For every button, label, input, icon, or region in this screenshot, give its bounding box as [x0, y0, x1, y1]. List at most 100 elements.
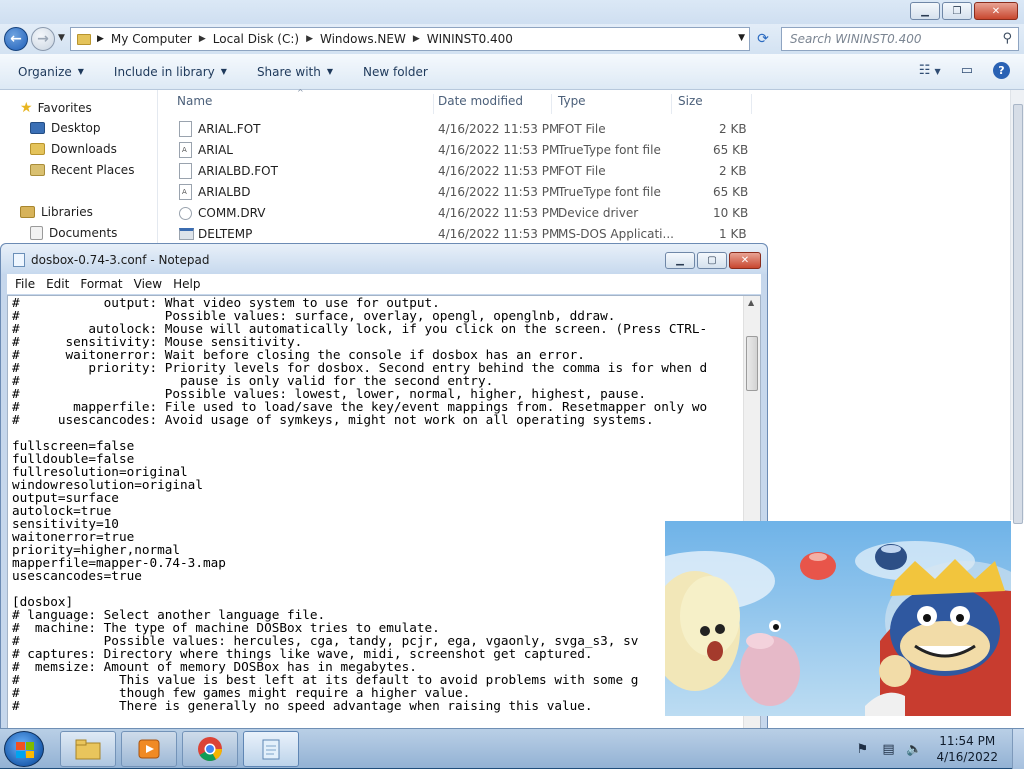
show-desktop-button[interactable]: [1012, 729, 1024, 769]
desktop-icon: [30, 122, 45, 134]
star-icon: ★: [20, 100, 33, 116]
file-date: 4/16/2022 11:53 PM: [438, 206, 560, 220]
chevron-down-icon: ▼: [934, 67, 941, 76]
breadcrumb-label: My Computer: [110, 32, 192, 46]
menu-edit[interactable]: Edit: [46, 277, 69, 291]
view-options-button[interactable]: ☷ ▼: [919, 63, 941, 78]
volume-icon[interactable]: 🔈: [906, 741, 922, 757]
minimize-button[interactable]: ▁: [910, 2, 940, 20]
file-name: ARIALBD.FOT: [198, 164, 278, 178]
nav-label: Recent Places: [51, 163, 135, 177]
organize-button[interactable]: Organize ▼: [18, 65, 84, 79]
column-label: Size: [678, 94, 703, 108]
nav-item-documents[interactable]: Documents: [30, 226, 117, 240]
file-row[interactable]: DELTEMP 4/16/2022 11:53 PM MS-DOS Applic…: [159, 224, 759, 245]
file-row[interactable]: A ARIALBD 4/16/2022 11:53 PM TrueType fo…: [159, 182, 759, 203]
file-date: 4/16/2022 11:53 PM: [438, 164, 560, 178]
text-editor[interactable]: # output: What video system to use for o…: [7, 295, 761, 734]
file-row[interactable]: COMM.DRV 4/16/2022 11:53 PM Device drive…: [159, 203, 759, 224]
include-in-library-button[interactable]: Include in library ▼: [114, 65, 227, 79]
maximize-button[interactable]: ▢: [697, 252, 727, 269]
column-header-type[interactable]: Type: [552, 94, 672, 114]
file-row[interactable]: A ARIAL 4/16/2022 11:53 PM TrueType font…: [159, 140, 759, 161]
preview-pane-button[interactable]: ▭: [961, 63, 973, 78]
media-player-icon: [138, 739, 160, 759]
column-header-name[interactable]: Name ^: [159, 88, 434, 114]
network-icon[interactable]: ▤: [880, 741, 896, 757]
file-row[interactable]: ARIAL.FOT 4/16/2022 11:53 PM FOT File 2 …: [159, 119, 759, 140]
menu-view[interactable]: View: [134, 277, 162, 291]
taskbar-chrome-button[interactable]: [182, 731, 238, 767]
explorer-titlebar[interactable]: ▁ ❐ ✕: [0, 0, 1024, 24]
clock-time: 11:54 PM: [939, 734, 996, 748]
scrollbar-thumb[interactable]: [746, 336, 758, 391]
address-dropdown[interactable]: ▼: [738, 33, 745, 43]
notepad-titlebar[interactable]: dosbox-0.74-3.conf - Notepad ▁ ▢ ✕: [1, 244, 767, 274]
search-input[interactable]: Search WININST0.400 ⚲: [781, 27, 1019, 51]
column-header-date-modified[interactable]: Date modified: [434, 94, 552, 114]
nav-item-desktop[interactable]: Desktop: [30, 121, 101, 135]
recent-pages-dropdown[interactable]: ▼: [58, 33, 65, 43]
downloads-folder-icon: [30, 143, 45, 155]
column-header-size[interactable]: Size: [672, 94, 752, 114]
action-center-icon[interactable]: ⚑: [854, 741, 870, 757]
nav-item-downloads[interactable]: Downloads: [30, 142, 117, 156]
maximize-button[interactable]: ❐: [942, 2, 972, 20]
start-button[interactable]: [4, 731, 44, 767]
recent-places-icon: [30, 164, 45, 176]
nav-item-libraries[interactable]: Libraries: [20, 205, 93, 219]
menu-file[interactable]: File: [15, 277, 35, 291]
maximize-icon: ▢: [707, 255, 717, 266]
explorer-scrollbar[interactable]: [1010, 90, 1024, 524]
nav-item-recent-places[interactable]: Recent Places: [30, 163, 134, 177]
address-bar[interactable]: ▶ My Computer ▶ Local Disk (C:) ▶ Windows.…: [70, 27, 750, 51]
scroll-up-icon: ▲: [748, 298, 755, 307]
window-title: dosbox-0.74-3.conf - Notepad: [31, 253, 210, 267]
close-icon: ✕: [991, 5, 1001, 17]
help-button[interactable]: ?: [993, 62, 1010, 79]
chrome-icon: [198, 737, 222, 762]
file-type: Device driver: [558, 206, 639, 220]
taskbar-explorer-button[interactable]: [60, 731, 116, 767]
taskbar-media-player-button[interactable]: [121, 731, 177, 767]
back-button[interactable]: ←: [4, 27, 28, 51]
details-view-icon: ☷: [918, 63, 931, 78]
taskbar-notepad-button[interactable]: [243, 731, 299, 767]
minimize-icon: ▁: [676, 255, 684, 266]
breadcrumb-item-windows-new[interactable]: Windows.NEW ▶: [320, 32, 427, 46]
refresh-button[interactable]: ⟳: [752, 29, 774, 49]
minimize-icon: ▁: [921, 5, 929, 17]
close-button[interactable]: ✕: [974, 2, 1018, 20]
nav-label: Documents: [49, 226, 118, 240]
navigation-bar: ← → ▼ ▶ My Computer ▶ Local Disk (C:) ▶ Wi…: [0, 24, 1024, 54]
nav-item-favorites[interactable]: ★ Favorites: [20, 100, 92, 116]
notepad-app-icon: [262, 739, 280, 760]
file-type: FOT File: [558, 164, 606, 178]
file-name: COMM.DRV: [198, 206, 266, 220]
nav-label: Favorites: [37, 101, 92, 115]
file-row[interactable]: ARIALBD.FOT 4/16/2022 11:53 PM FOT File …: [159, 161, 759, 182]
taskbar: ⚑ ▤ 🔈 11:54 PM 4/16/2022: [0, 728, 1024, 769]
back-arrow-icon: ←: [10, 31, 22, 47]
help-icon: ?: [998, 64, 1005, 77]
share-with-button[interactable]: Share with ▼: [257, 65, 333, 79]
close-button[interactable]: ✕: [729, 252, 761, 269]
video-player-overlay[interactable]: [665, 521, 1011, 716]
breadcrumb-item-wininst[interactable]: WININST0.400: [427, 32, 513, 46]
breadcrumb-item-my-computer[interactable]: My Computer ▶: [111, 32, 213, 46]
forward-button[interactable]: →: [31, 27, 55, 51]
clock[interactable]: 11:54 PM 4/16/2022: [936, 733, 998, 765]
breadcrumb-item-local-disk[interactable]: Local Disk (C:) ▶: [213, 32, 320, 46]
nav-label: Desktop: [51, 121, 101, 135]
scrollbar-thumb[interactable]: [1013, 104, 1023, 524]
menu-format[interactable]: Format: [80, 277, 122, 291]
new-folder-button[interactable]: New folder: [363, 65, 428, 79]
file-type: TrueType font file: [558, 185, 661, 199]
windows-logo-icon: [16, 742, 34, 758]
file-size: 2 KB: [719, 164, 747, 178]
column-label: Name: [177, 94, 213, 108]
close-icon: ✕: [740, 255, 750, 266]
menu-help[interactable]: Help: [173, 277, 200, 291]
new-folder-label: New folder: [363, 64, 428, 79]
minimize-button[interactable]: ▁: [665, 252, 695, 269]
